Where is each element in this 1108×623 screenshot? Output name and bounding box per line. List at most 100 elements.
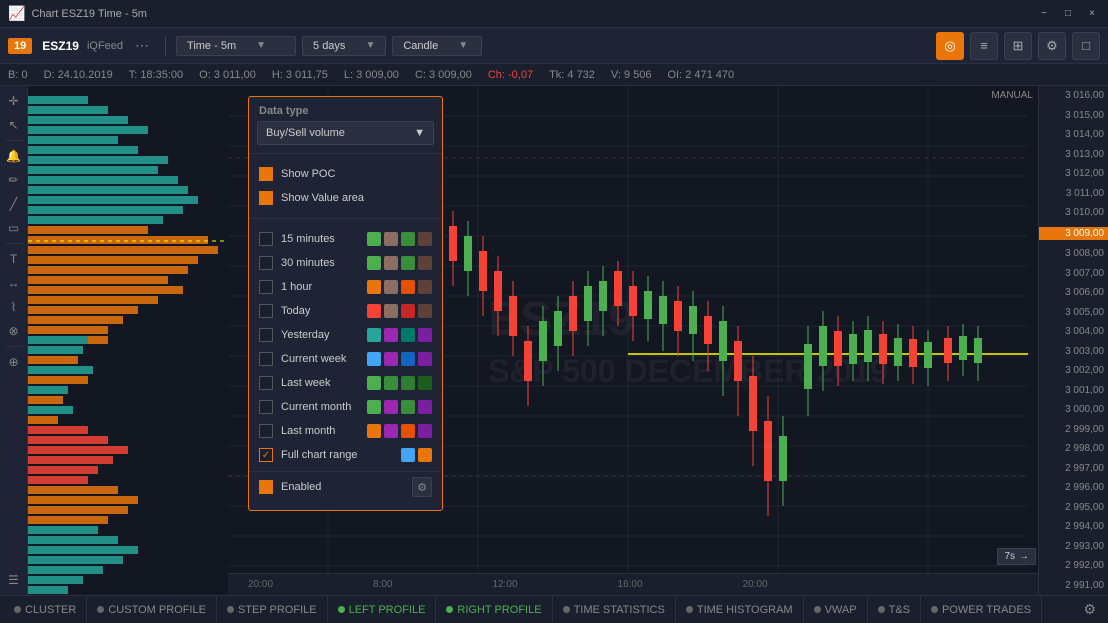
dp-gear-btn[interactable]: ⚙	[412, 477, 432, 497]
dp-current-week-checkbox[interactable]	[259, 352, 273, 366]
dp-cm-c2[interactable]	[384, 400, 398, 414]
dp-cw-c1[interactable]	[367, 352, 381, 366]
dp-last-month-checkbox[interactable]	[259, 424, 273, 438]
statusbar-gear[interactable]: ⚙	[1075, 601, 1104, 618]
minimize-btn[interactable]: −	[1036, 6, 1052, 22]
text-btn[interactable]: T	[3, 248, 25, 270]
dp-row-yesterday[interactable]: Yesterday	[249, 323, 442, 347]
dp-row-30min[interactable]: 30 minutes	[249, 251, 442, 275]
dp-15min-c2[interactable]	[384, 232, 398, 246]
fib-btn[interactable]: ⌇	[3, 296, 25, 318]
dp-lm-c3[interactable]	[401, 424, 415, 438]
dp-cm-c1[interactable]	[367, 400, 381, 414]
dp-row-last-week[interactable]: Last week	[249, 371, 442, 395]
dp-lw-c2[interactable]	[384, 376, 398, 390]
dp-current-month-checkbox[interactable]	[259, 400, 273, 414]
dp-today-c3[interactable]	[401, 304, 415, 318]
status-item-left-profile[interactable]: LEFT PROFILE	[328, 596, 437, 623]
cursor-btn[interactable]: ↖	[3, 114, 25, 136]
dp-show-value-area-row[interactable]: Show Value area	[249, 186, 442, 210]
dp-row-1hour[interactable]: 1 hour	[249, 275, 442, 299]
status-item-step-profile[interactable]: STEP PROFILE	[217, 596, 328, 623]
dp-1hour-checkbox[interactable]	[259, 280, 273, 294]
dp-row-full-range[interactable]: ✓ Full chart range	[249, 443, 442, 467]
crosshair-btn[interactable]: ✛	[3, 90, 25, 112]
toolbar-menu-icon[interactable]: ⋯	[129, 35, 155, 56]
dp-row-current-week[interactable]: Current week	[249, 347, 442, 371]
range-dropdown[interactable]: 5 days ▼	[302, 36, 386, 56]
dp-show-poc-row[interactable]: Show POC	[249, 162, 442, 186]
dp-15min-checkbox[interactable]	[259, 232, 273, 246]
dp-cw-c3[interactable]	[401, 352, 415, 366]
timeframe-dropdown[interactable]: Time - 5m ▼	[176, 36, 296, 56]
dp-1hour-c1[interactable]	[367, 280, 381, 294]
dp-30min-c2[interactable]	[384, 256, 398, 270]
dp-30min-c1[interactable]	[367, 256, 381, 270]
dp-row-current-month[interactable]: Current month	[249, 395, 442, 419]
dp-value-area-checkbox[interactable]	[259, 191, 273, 205]
dp-lm-c1[interactable]	[367, 424, 381, 438]
status-item-custom-profile[interactable]: CUSTOM PROFILE	[87, 596, 217, 623]
dp-cm-c3[interactable]	[401, 400, 415, 414]
bell-btn[interactable]: 🔔	[3, 145, 25, 167]
dp-cw-c4[interactable]	[418, 352, 432, 366]
status-item-time-statistics[interactable]: TIME STATISTICS	[553, 596, 676, 623]
dp-yesterday-c2[interactable]	[384, 328, 398, 342]
dp-cw-c2[interactable]	[384, 352, 398, 366]
chart-type-dropdown[interactable]: Candle ▼	[392, 36, 482, 56]
dp-poc-checkbox[interactable]	[259, 167, 273, 181]
dp-row-today[interactable]: Today	[249, 299, 442, 323]
scroll-indicator[interactable]: 7s →	[997, 548, 1036, 565]
watchlist-btn[interactable]: ◎	[936, 32, 964, 60]
compare-btn[interactable]: ⊞	[1004, 32, 1032, 60]
draw-btn[interactable]: ✏	[3, 169, 25, 191]
status-item-right-profile[interactable]: RIGHT PROFILE	[436, 596, 552, 623]
rect-btn[interactable]: ▭	[3, 217, 25, 239]
list-btn[interactable]: ☰	[3, 569, 25, 591]
dp-fr-c2[interactable]	[418, 448, 432, 462]
dp-yesterday-c3[interactable]	[401, 328, 415, 342]
dp-lw-c3[interactable]	[401, 376, 415, 390]
dp-lw-c1[interactable]	[367, 376, 381, 390]
dp-enabled-checkbox[interactable]	[259, 480, 273, 494]
dp-30min-c4[interactable]	[418, 256, 432, 270]
dp-30min-c3[interactable]	[401, 256, 415, 270]
dp-today-checkbox[interactable]	[259, 304, 273, 318]
dp-yesterday-c1[interactable]	[367, 328, 381, 342]
status-item-vwap[interactable]: VWAP	[804, 596, 868, 623]
measure-btn[interactable]: ↔	[3, 272, 25, 294]
dp-1hour-c4[interactable]	[418, 280, 432, 294]
dp-30min-checkbox[interactable]	[259, 256, 273, 270]
line-btn[interactable]: ╱	[3, 193, 25, 215]
dp-cm-c4[interactable]	[418, 400, 432, 414]
maximize-btn[interactable]: □	[1060, 6, 1076, 22]
dp-yesterday-checkbox[interactable]	[259, 328, 273, 342]
dp-15min-c4[interactable]	[418, 232, 432, 246]
settings-btn[interactable]: ≡	[970, 32, 998, 60]
status-item-power-trades[interactable]: POWER TRADES	[921, 596, 1042, 623]
status-item-time-histogram[interactable]: TIME HISTOGRAM	[676, 596, 804, 623]
dp-full-range-checkbox[interactable]: ✓	[259, 448, 273, 462]
dp-today-c1[interactable]	[367, 304, 381, 318]
status-item-ts[interactable]: T&S	[868, 596, 921, 623]
chart-area[interactable]: ESZ19 S&P 500 DECEMBER 2019 MANUAL	[28, 86, 1108, 595]
dp-yesterday-c4[interactable]	[418, 328, 432, 342]
dp-today-c4[interactable]	[418, 304, 432, 318]
config-btn[interactable]: ⚙	[1038, 32, 1066, 60]
dp-15min-c3[interactable]	[401, 232, 415, 246]
dp-lw-c4[interactable]	[418, 376, 432, 390]
dp-1hour-c3[interactable]	[401, 280, 415, 294]
dp-today-c2[interactable]	[384, 304, 398, 318]
layout-btn[interactable]: □	[1072, 32, 1100, 60]
close-btn[interactable]: ×	[1084, 6, 1100, 22]
dp-1hour-c2[interactable]	[384, 280, 398, 294]
status-item-cluster[interactable]: CLUSTER	[4, 596, 87, 623]
dp-last-week-checkbox[interactable]	[259, 376, 273, 390]
dp-row-15min[interactable]: 15 minutes	[249, 227, 442, 251]
magnet-btn[interactable]: ⊗	[3, 320, 25, 342]
dp-row-last-month[interactable]: Last month	[249, 419, 442, 443]
dp-15min-c1[interactable]	[367, 232, 381, 246]
dp-select[interactable]: Buy/Sell volume ▼	[257, 121, 434, 145]
dp-lm-c2[interactable]	[384, 424, 398, 438]
dp-lm-c4[interactable]	[418, 424, 432, 438]
